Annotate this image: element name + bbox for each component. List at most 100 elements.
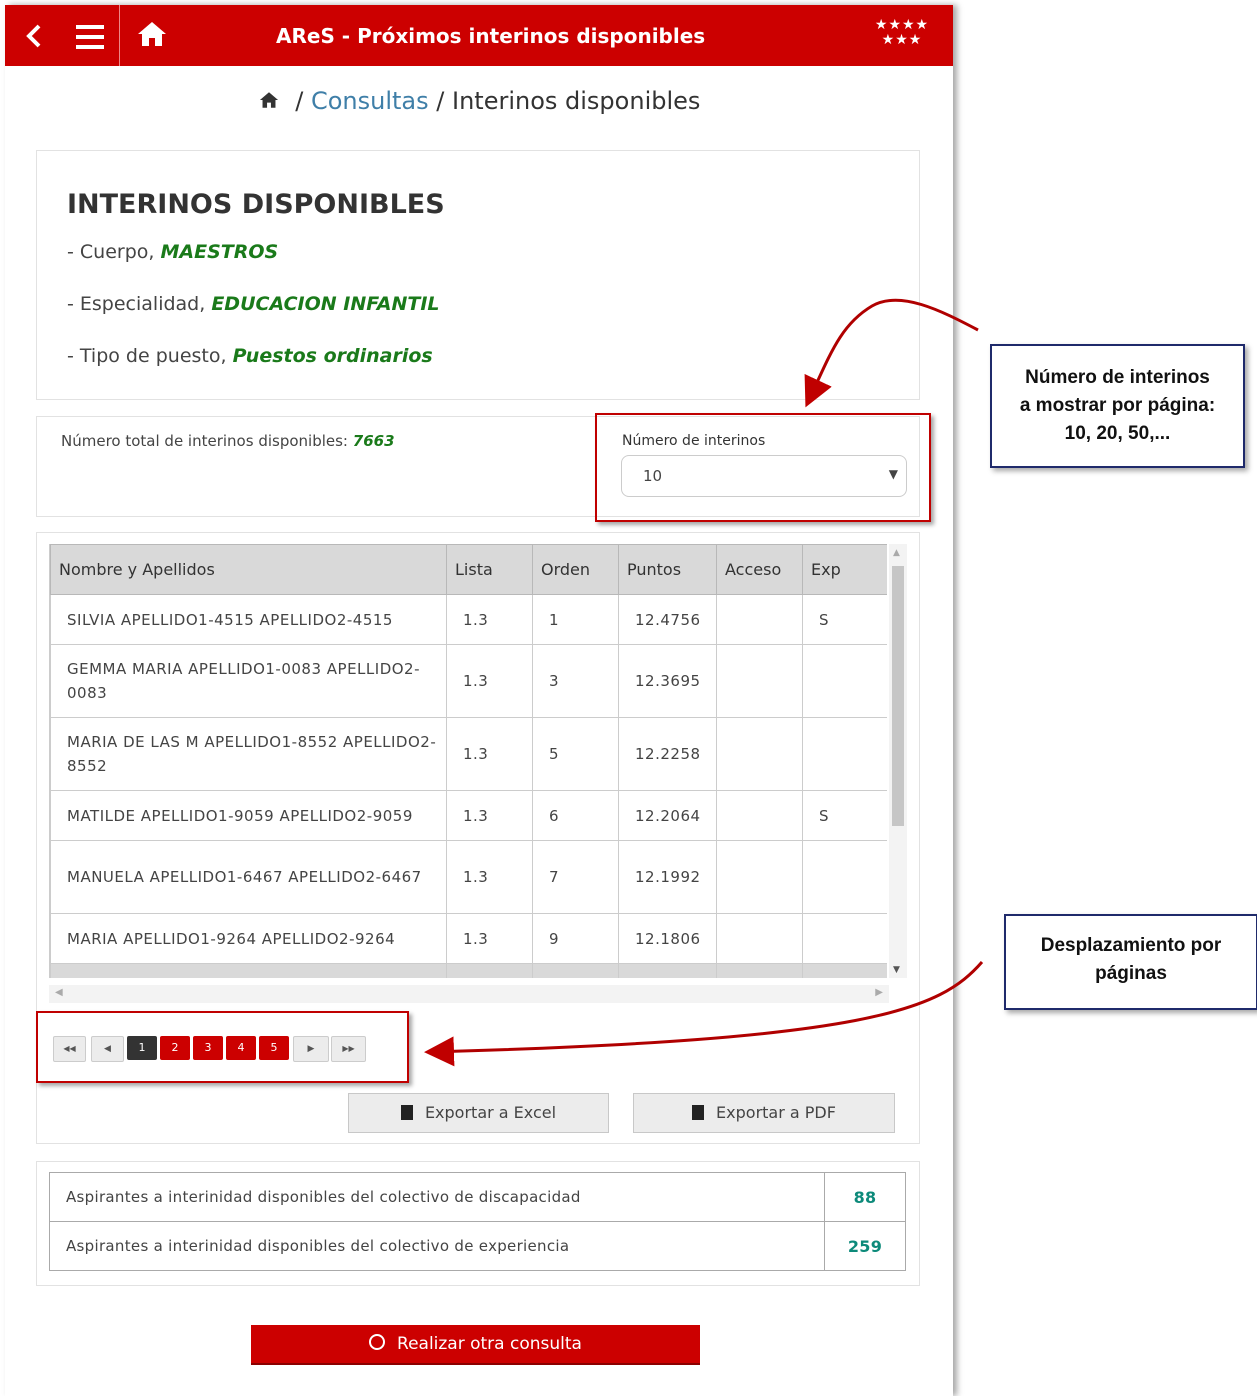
cell-acceso xyxy=(716,913,803,964)
vertical-scroll-thumb[interactable] xyxy=(892,566,904,826)
export-pdf-button[interactable]: Exportar a PDF xyxy=(633,1093,895,1133)
cell-lista: 1.3 xyxy=(446,913,533,964)
cell-orden: 6 xyxy=(532,790,619,841)
callout-per-page-line-1: Número de interinos xyxy=(1025,367,1210,388)
results-table-viewport[interactable]: Nombre y Apellidos Lista Orden Puntos Ac… xyxy=(49,544,887,978)
stats-row-experiencia: Aspirantes a interinidad disponibles del… xyxy=(49,1221,906,1271)
excel-file-icon xyxy=(400,1105,413,1120)
info-tipo-puesto: - Tipo de puesto, Puestos ordinarios xyxy=(67,345,433,367)
cell-lista: 1.3 xyxy=(446,594,533,645)
breadcrumb-home-icon[interactable] xyxy=(258,90,280,110)
table-row[interactable]: GEMMA MARIA APELLIDO1-0083 APELLIDO2-008… xyxy=(50,644,887,718)
cell-acceso xyxy=(716,644,803,718)
cell-orden: 7 xyxy=(532,840,619,914)
callout-paging-line-2: páginas xyxy=(1095,963,1167,984)
breadcrumb: / Consultas / Interinos disponibles xyxy=(5,87,953,115)
table-header-row: Nombre y Apellidos Lista Orden Puntos Ac… xyxy=(50,544,887,595)
cell-name: GEMMA MARIA APELLIDO1-0083 APELLIDO2-008… xyxy=(50,644,447,718)
vertical-scrollbar[interactable]: ▲ ▼ xyxy=(889,544,907,978)
table-row-partial[interactable] xyxy=(50,963,887,978)
info-tipo-puesto-value: Puestos ordinarios xyxy=(232,345,433,367)
cell-name: MARIA DE LAS M APELLIDO1-8552 APELLIDO2-… xyxy=(50,717,447,791)
cell-puntos: 12.4756 xyxy=(618,594,717,645)
cell-orden: 9 xyxy=(532,913,619,964)
column-header-exp[interactable]: Exp xyxy=(802,544,887,595)
cell-exp xyxy=(802,840,887,914)
breadcrumb-link-consultas[interactable]: Consultas xyxy=(311,87,429,115)
cell-lista: 1.3 xyxy=(446,717,533,791)
scroll-down-icon[interactable]: ▼ xyxy=(893,965,900,975)
table-row[interactable]: MANUELA APELLIDO1-6467 APELLIDO2-6467 1.… xyxy=(50,840,887,914)
info-especialidad-value: EDUCACION INFANTIL xyxy=(211,293,440,315)
callout-paging-line-1: Desplazamiento por xyxy=(1040,935,1222,956)
column-header-orden[interactable]: Orden xyxy=(532,544,619,595)
breadcrumb-current: Interinos disponibles xyxy=(452,87,701,115)
stats-value: 259 xyxy=(824,1221,906,1271)
cell-orden: 5 xyxy=(532,717,619,791)
cell-exp: S xyxy=(802,790,887,841)
pdf-file-icon xyxy=(692,1105,705,1120)
cell-orden: 3 xyxy=(532,644,619,718)
info-cuerpo: - Cuerpo, MAESTROS xyxy=(67,241,278,263)
highlight-pagination xyxy=(36,1011,409,1083)
cell-name: SILVIA APELLIDO1-4515 APELLIDO2-4515 xyxy=(50,594,447,645)
info-cuerpo-label: - Cuerpo, xyxy=(67,241,161,263)
table-row[interactable]: MATILDE APELLIDO1-9059 APELLIDO2-9059 1.… xyxy=(50,790,887,841)
callout-per-page-line-2: a mostrar por página: xyxy=(1019,395,1216,416)
cell-acceso xyxy=(716,840,803,914)
info-heading: INTERINOS DISPONIBLES xyxy=(67,189,445,220)
back-arrow-icon[interactable] xyxy=(17,19,51,53)
table-row[interactable]: MARIA APELLIDO1-9264 APELLIDO2-9264 1.3 … xyxy=(50,913,887,964)
cell-exp xyxy=(802,913,887,964)
cell-puntos: 12.1992 xyxy=(618,840,717,914)
top-bar: AReS - Próximos interinos disponibles ★★… xyxy=(5,5,953,66)
info-especialidad: - Especialidad, EDUCACION INFANTIL xyxy=(67,293,440,315)
scroll-up-icon[interactable]: ▲ xyxy=(893,548,900,558)
column-header-nombre[interactable]: Nombre y Apellidos xyxy=(50,544,447,595)
scroll-left-icon[interactable]: ◀ xyxy=(55,987,63,998)
cell-exp: S xyxy=(802,594,887,645)
info-cuerpo-value: MAESTROS xyxy=(160,241,279,263)
cell-acceso xyxy=(716,594,803,645)
cell-orden: 1 xyxy=(532,594,619,645)
stats-value: 88 xyxy=(824,1172,906,1222)
scroll-right-icon[interactable]: ▶ xyxy=(875,987,883,998)
info-tipo-puesto-label: - Tipo de puesto, xyxy=(67,345,233,367)
total-count: Número total de interinos disponibles: 7… xyxy=(61,432,395,450)
table-row[interactable]: SILVIA APELLIDO1-4515 APELLIDO2-4515 1.3… xyxy=(50,594,887,645)
stats-row-discapacidad: Aspirantes a interinidad disponibles del… xyxy=(49,1172,906,1222)
stats-table: Aspirantes a interinidad disponibles del… xyxy=(49,1172,906,1271)
column-header-puntos[interactable]: Puntos xyxy=(618,544,717,595)
new-query-button[interactable]: Realizar otra consulta xyxy=(251,1325,700,1365)
cell-lista: 1.3 xyxy=(446,840,533,914)
breadcrumb-separator: / xyxy=(436,87,445,115)
cell-exp xyxy=(802,717,887,791)
breadcrumb-separator: / xyxy=(295,87,304,115)
table-row[interactable]: MARIA DE LAS M APELLIDO1-8552 APELLIDO2-… xyxy=(50,717,887,791)
cell-acceso xyxy=(716,717,803,791)
app-window: AReS - Próximos interinos disponibles ★★… xyxy=(5,5,953,1396)
app-title: AReS - Próximos interinos disponibles xyxy=(276,24,706,48)
new-query-label: Realizar otra consulta xyxy=(397,1334,582,1354)
cell-puntos: 12.2258 xyxy=(618,717,717,791)
cell-lista: 1.3 xyxy=(446,790,533,841)
total-value: 7663 xyxy=(352,432,395,450)
export-excel-button[interactable]: Exportar a Excel xyxy=(348,1093,609,1133)
cell-name: MATILDE APELLIDO1-9059 APELLIDO2-9059 xyxy=(50,790,447,841)
home-icon[interactable] xyxy=(135,19,169,49)
results-table: Nombre y Apellidos Lista Orden Puntos Ac… xyxy=(50,544,887,978)
callout-per-page: Número de interinos a mostrar por página… xyxy=(990,344,1245,468)
export-pdf-label: Exportar a PDF xyxy=(716,1103,836,1122)
column-header-acceso[interactable]: Acceso xyxy=(716,544,803,595)
horizontal-scrollbar[interactable]: ◀ ▶ xyxy=(49,985,889,1003)
community-stars-logo: ★★★★ ★★★ xyxy=(874,17,930,48)
cell-lista: 1.3 xyxy=(446,644,533,718)
total-label: Número total de interinos disponibles: xyxy=(61,432,353,450)
cell-exp xyxy=(802,644,887,718)
cell-name: MARIA APELLIDO1-9264 APELLIDO2-9264 xyxy=(50,913,447,964)
column-header-lista[interactable]: Lista xyxy=(446,544,533,595)
cell-puntos: 12.1806 xyxy=(618,913,717,964)
stats-label: Aspirantes a interinidad disponibles del… xyxy=(49,1172,825,1222)
menu-icon[interactable] xyxy=(73,20,107,54)
arrow-circle-left-icon xyxy=(369,1334,386,1350)
